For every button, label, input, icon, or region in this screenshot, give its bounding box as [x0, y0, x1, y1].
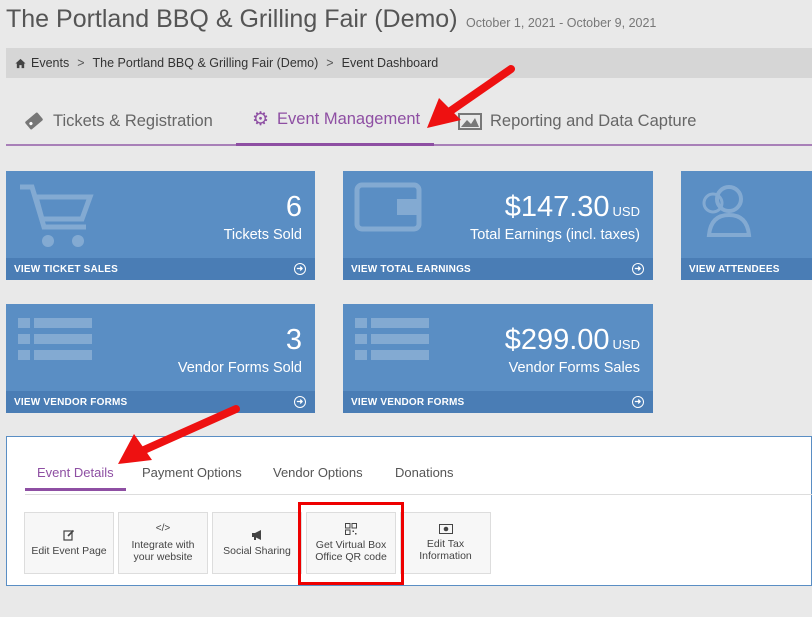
breadcrumb: Events > The Portland BBQ & Grilling Fai…: [6, 48, 812, 78]
view-vendor-forms-link[interactable]: VIEW VENDOR FORMS ➜: [6, 391, 315, 413]
vendor-forms-sales-value: $299.00 USD: [504, 324, 640, 356]
breadcrumb-event-link[interactable]: The Portland BBQ & Grilling Fair (Demo): [93, 56, 319, 70]
ticket-icon: [25, 112, 43, 130]
vendor-forms-sold-label: Vendor Forms Sold: [177, 360, 302, 376]
tab-payment-options[interactable]: Payment Options: [142, 465, 242, 480]
breadcrumb-current: Event Dashboard: [341, 56, 439, 70]
list-icon: [18, 318, 92, 360]
vendor-forms-sold-card[interactable]: 3 Vendor Forms Sold VIEW VENDOR FORMS ➜: [6, 304, 315, 413]
event-dashboard-page: The Portland BBQ & Grilling Fair (Demo) …: [0, 0, 812, 617]
tickets-sold-card[interactable]: 6 Tickets Sold VIEW TICKET SALES ➜: [6, 171, 315, 280]
tab-reporting[interactable]: Reporting and Data Capture: [458, 96, 696, 146]
integrate-website-button[interactable]: </> Integrate with your website: [118, 512, 208, 574]
cart-icon: [20, 184, 94, 247]
card-footer-label: VIEW ATTENDEES: [689, 263, 780, 275]
total-earnings-label: Total Earnings (incl. taxes): [469, 227, 640, 243]
tab-vendor-options[interactable]: Vendor Options: [273, 465, 363, 480]
card-footer-label: VIEW VENDOR FORMS: [351, 396, 465, 408]
tab-event-management[interactable]: ⚙ Event Management: [236, 96, 435, 146]
tab-label: Reporting and Data Capture: [490, 111, 697, 130]
action-label: Get Virtual Box: [315, 539, 387, 551]
megaphone-icon: [251, 530, 261, 540]
edit-event-page-button[interactable]: Edit Event Page: [24, 512, 114, 574]
view-total-earnings-link[interactable]: VIEW TOTAL EARNINGS ➜: [343, 258, 653, 280]
arrow-right-circle-icon: ➜: [632, 396, 644, 408]
action-label: Edit Event Page: [31, 545, 107, 557]
code-icon: </>: [155, 523, 171, 534]
action-label: Edit Tax: [426, 538, 465, 550]
view-vendor-forms-sales-link[interactable]: VIEW VENDOR FORMS ➜: [343, 391, 653, 413]
view-attendees-link[interactable]: VIEW ATTENDEES: [681, 258, 812, 280]
view-ticket-sales-link[interactable]: VIEW TICKET SALES ➜: [6, 258, 315, 280]
action-label: Integrate with: [131, 539, 195, 551]
action-label: your website: [133, 551, 193, 563]
action-label: Information: [419, 550, 472, 562]
card-footer-label: VIEW TOTAL EARNINGS: [351, 263, 471, 275]
wallet-icon: [354, 182, 422, 232]
action-label: Office QR code: [315, 551, 387, 563]
virtual-box-office-qr-button[interactable]: Get Virtual Box Office QR code: [306, 512, 396, 574]
vendor-forms-sold-value: 3: [285, 324, 302, 356]
money-icon: [438, 524, 453, 534]
card-footer-label: VIEW TICKET SALES: [14, 263, 118, 275]
chart-icon: [458, 113, 482, 130]
edit-tax-information-button[interactable]: Edit Tax Information: [400, 512, 491, 574]
vendor-forms-sales-label: Vendor Forms Sales: [508, 360, 640, 376]
tab-donations[interactable]: Donations: [395, 465, 454, 480]
gear-icon: ⚙: [252, 109, 270, 130]
tab-label: Event Management: [277, 110, 421, 128]
tab-tickets-registration[interactable]: Tickets & Registration: [23, 96, 213, 146]
event-dates: October 1, 2021 - October 9, 2021: [465, 16, 657, 30]
home-icon: [15, 58, 26, 68]
social-sharing-button[interactable]: Social Sharing: [212, 512, 302, 574]
attendees-card[interactable]: VIEW ATTENDEES: [681, 171, 812, 280]
currency-unit: USD: [612, 337, 640, 352]
main-tabs: Tickets & Registration ⚙ Event Managemen…: [6, 96, 812, 146]
tickets-sold-label: Tickets Sold: [223, 227, 302, 243]
tickets-sold-value: 6: [285, 191, 302, 223]
page-title: The Portland BBQ & Grilling Fair (Demo): [6, 5, 458, 33]
list-icon: [355, 318, 429, 360]
vendor-forms-sales-card[interactable]: $299.00 USD Vendor Forms Sales VIEW VENDO…: [343, 304, 653, 413]
breadcrumb-events-link[interactable]: Events: [31, 56, 69, 70]
sub-tabs: Event Details Payment Options Vendor Opt…: [25, 455, 812, 495]
page-header: The Portland BBQ & Grilling Fair (Demo) …: [6, 5, 656, 34]
breadcrumb-separator: >: [326, 56, 334, 70]
edit-icon: [63, 529, 75, 541]
currency-unit: USD: [612, 204, 640, 219]
arrow-right-circle-icon: ➜: [294, 263, 306, 275]
tab-event-details[interactable]: Event Details: [25, 465, 126, 491]
users-icon: [702, 185, 752, 237]
qr-code-icon: [345, 523, 357, 535]
arrow-right-circle-icon: ➜: [294, 396, 306, 408]
total-earnings-value: $147.30 USD: [504, 191, 640, 223]
card-footer-label: VIEW VENDOR FORMS: [14, 396, 128, 408]
action-label: Social Sharing: [223, 545, 291, 557]
breadcrumb-separator: >: [77, 56, 85, 70]
total-earnings-card[interactable]: $147.30 USD Total Earnings (incl. taxes) …: [343, 171, 653, 280]
arrow-right-circle-icon: ➜: [632, 263, 644, 275]
tab-label: Tickets & Registration: [53, 111, 213, 130]
